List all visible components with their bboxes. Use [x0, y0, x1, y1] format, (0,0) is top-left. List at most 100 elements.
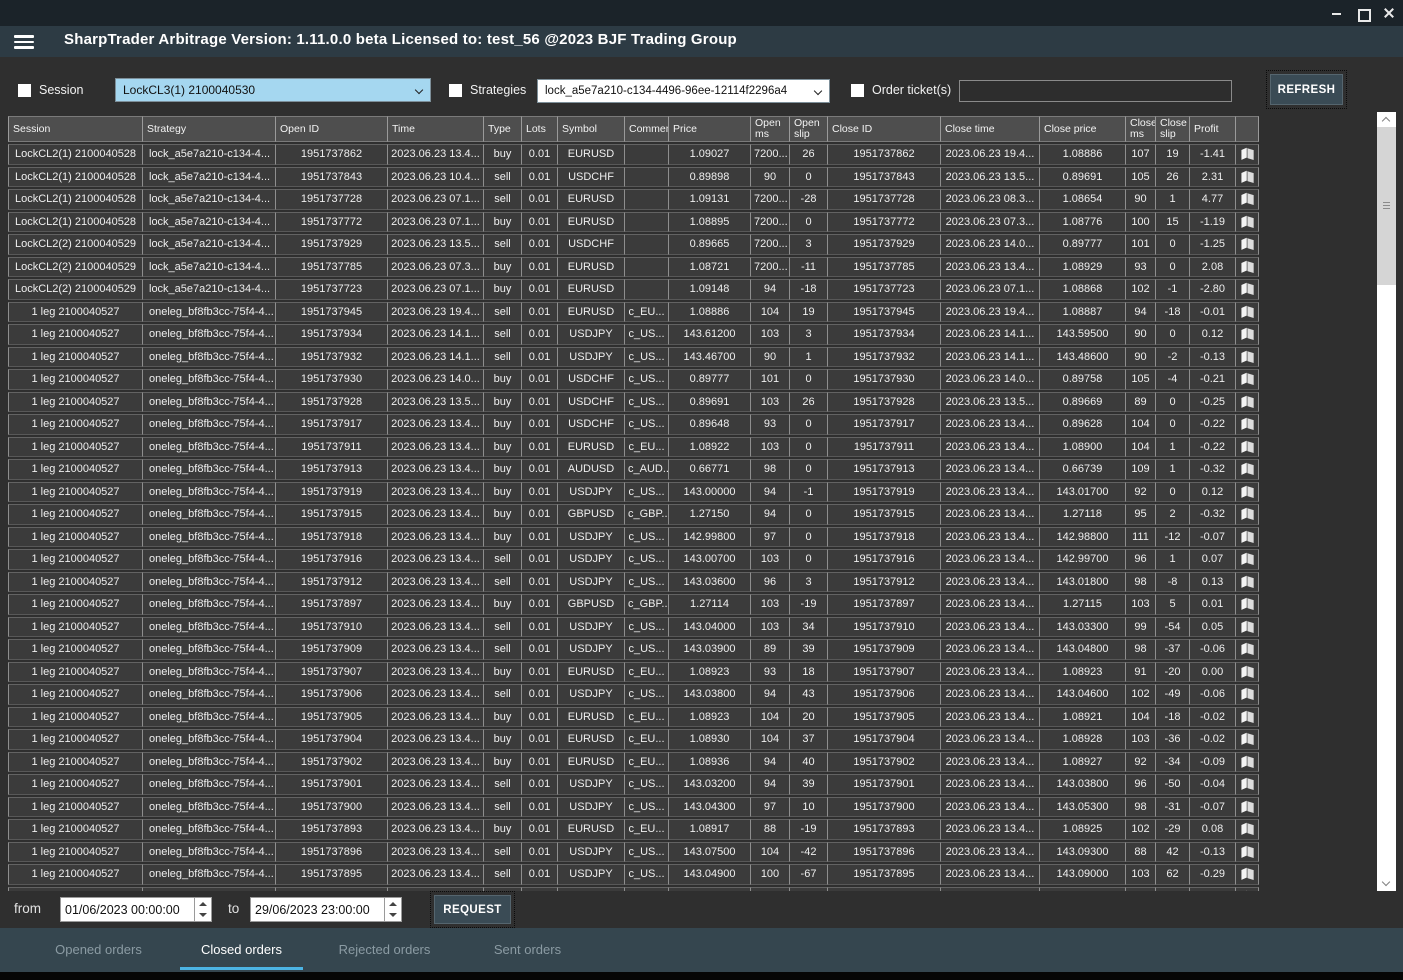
scroll-up-arrow-icon[interactable] [1377, 112, 1396, 127]
table-row[interactable]: 1 leg 2100040527oneleg_bf8fb3cc-75f4-4..… [8, 594, 1259, 615]
table-row[interactable]: LockCL2(1) 2100040528lock_a5e7a210-c134-… [8, 189, 1259, 210]
book-icon-cell[interactable] [1236, 842, 1259, 863]
book-icon-cell[interactable] [1236, 482, 1259, 503]
table-row[interactable]: 1 leg 2100040527oneleg_bf8fb3cc-75f4-4..… [8, 369, 1259, 390]
column-header-close_id[interactable]: Close ID [828, 116, 941, 142]
column-header-open_id[interactable]: Open ID [276, 116, 388, 142]
tab-closed-orders[interactable]: Closed orders [170, 928, 313, 972]
order-tickets-checkbox[interactable] [851, 84, 864, 97]
table-row[interactable]: 1 leg 2100040527oneleg_bf8fb3cc-75f4-4..… [8, 437, 1259, 458]
table-row[interactable]: 1 leg 2100040527oneleg_bf8fb3cc-75f4-4..… [8, 392, 1259, 413]
table-row[interactable]: 1 leg 2100040527oneleg_bf8fb3cc-75f4-4..… [8, 752, 1259, 773]
book-icon-cell[interactable] [1236, 234, 1259, 255]
column-header-price[interactable]: Price [669, 116, 751, 142]
book-icon-cell[interactable] [1236, 684, 1259, 705]
scrollbar-thumb[interactable] [1377, 127, 1396, 285]
book-icon-cell[interactable] [1236, 864, 1259, 885]
book-icon-cell[interactable] [1236, 437, 1259, 458]
tab-rejected-orders[interactable]: Rejected orders [313, 928, 456, 972]
step-up-icon[interactable] [385, 898, 401, 910]
column-header-profit[interactable]: Profit [1190, 116, 1236, 142]
column-header-lots[interactable]: Lots [522, 116, 558, 142]
book-icon-cell[interactable] [1236, 527, 1259, 548]
book-icon-cell[interactable] [1236, 707, 1259, 728]
book-icon-cell[interactable] [1236, 594, 1259, 615]
table-row[interactable]: 1 leg 2100040527oneleg_bf8fb3cc-75f4-4..… [8, 459, 1259, 480]
from-date-stepper[interactable] [194, 898, 211, 921]
vertical-scrollbar[interactable] [1377, 112, 1396, 891]
book-icon-cell[interactable] [1236, 302, 1259, 323]
book-icon-cell[interactable] [1236, 729, 1259, 750]
column-header-symbol[interactable]: Symbol [558, 116, 625, 142]
table-row[interactable]: 1 leg 2100040527oneleg_bf8fb3cc-75f4-4..… [8, 684, 1259, 705]
request-button[interactable]: REQUEST [434, 895, 511, 924]
table-row[interactable]: 1 leg 2100040527oneleg_bf8fb3cc-75f4-4..… [8, 662, 1259, 683]
table-row[interactable]: 1 leg 2100040527oneleg_bf8fb3cc-75f4-4..… [8, 864, 1259, 885]
minimize-icon[interactable] [1331, 7, 1343, 19]
book-icon-cell[interactable] [1236, 572, 1259, 593]
book-icon-cell[interactable] [1236, 797, 1259, 818]
book-icon-cell[interactable] [1236, 167, 1259, 188]
step-down-icon[interactable] [385, 910, 401, 922]
step-down-icon[interactable] [195, 910, 211, 922]
to-date-stepper[interactable] [384, 898, 401, 921]
book-icon-cell[interactable] [1236, 144, 1259, 165]
table-row[interactable]: 1 leg 2100040527oneleg_bf8fb3cc-75f4-4..… [8, 842, 1259, 863]
column-header-open_slip[interactable]: Open slip [790, 116, 828, 142]
book-icon-cell[interactable] [1236, 369, 1259, 390]
table-row[interactable]: LockCL2(2) 2100040529lock_a5e7a210-c134-… [8, 234, 1259, 255]
tab-sent-orders[interactable]: Sent orders [456, 928, 599, 972]
order-tickets-input[interactable] [959, 80, 1232, 102]
table-row[interactable]: 1 leg 2100040527oneleg_bf8fb3cc-75f4-4..… [8, 414, 1259, 435]
table-row[interactable]: 1 leg 2100040527oneleg_bf8fb3cc-75f4-4..… [8, 819, 1259, 840]
table-row[interactable]: LockCL2(1) 2100040528lock_a5e7a210-c134-… [8, 212, 1259, 233]
book-icon-cell[interactable] [1236, 324, 1259, 345]
book-icon-cell[interactable] [1236, 774, 1259, 795]
session-checkbox[interactable] [18, 84, 31, 97]
column-header-close_ms[interactable]: Close ms [1126, 116, 1156, 142]
table-row[interactable]: 1 leg 2100040527oneleg_bf8fb3cc-75f4-4..… [8, 549, 1259, 570]
column-header-session[interactable]: Session [8, 116, 143, 142]
table-row[interactable]: 1 leg 2100040527oneleg_bf8fb3cc-75f4-4..… [8, 774, 1259, 795]
from-date-input[interactable] [61, 898, 194, 921]
strategies-select[interactable]: lock_a5e7a210-c134-4496-96ee-12114f2296a… [537, 79, 830, 103]
scroll-down-arrow-icon[interactable] [1377, 876, 1396, 891]
book-icon-cell[interactable] [1236, 752, 1259, 773]
menu-icon[interactable] [14, 32, 36, 50]
refresh-button[interactable]: REFRESH [1270, 74, 1343, 105]
table-row[interactable]: LockCL2(2) 2100040529lock_a5e7a210-c134-… [8, 257, 1259, 278]
close-icon[interactable] [1383, 7, 1395, 19]
table-row[interactable]: 1 leg 2100040527oneleg_bf8fb3cc-75f4-4..… [8, 617, 1259, 638]
table-row[interactable]: 1 leg 2100040527oneleg_bf8fb3cc-75f4-4..… [8, 797, 1259, 818]
table-row[interactable]: LockCL2(1) 2100040528lock_a5e7a210-c134-… [8, 167, 1259, 188]
column-header-time[interactable]: Time [388, 116, 484, 142]
table-row[interactable]: 1 leg 2100040527oneleg_bf8fb3cc-75f4-4..… [8, 639, 1259, 660]
column-header-comment[interactable]: Comment [625, 116, 669, 142]
table-row[interactable]: LockCL2(1) 2100040528lock_a5e7a210-c134-… [8, 144, 1259, 165]
table-row[interactable]: 1 leg 2100040527oneleg_bf8fb3cc-75f4-4..… [8, 324, 1259, 345]
table-row[interactable]: LockCL2(2) 2100040529lock_a5e7a210-c134-… [8, 279, 1259, 300]
to-date-input[interactable] [251, 898, 384, 921]
book-icon-cell[interactable] [1236, 279, 1259, 300]
session-select[interactable]: LockCL3(1) 2100040530 [115, 78, 431, 102]
table-row[interactable]: 1 leg 2100040527oneleg_bf8fb3cc-75f4-4..… [8, 504, 1259, 525]
table-row[interactable]: 1 leg 2100040527oneleg_bf8fb3cc-75f4-4..… [8, 347, 1259, 368]
book-icon-cell[interactable] [1236, 459, 1259, 480]
tab-opened-orders[interactable]: Opened orders [27, 928, 170, 972]
book-icon-cell[interactable] [1236, 549, 1259, 570]
book-icon-cell[interactable] [1236, 414, 1259, 435]
column-header-strategy[interactable]: Strategy [143, 116, 276, 142]
table-row[interactable]: 1 leg 2100040527oneleg_bf8fb3cc-75f4-4..… [8, 527, 1259, 548]
column-header-close_time[interactable]: Close time [941, 116, 1040, 142]
book-icon-cell[interactable] [1236, 639, 1259, 660]
book-icon-cell[interactable] [1236, 257, 1259, 278]
table-row[interactable]: 1 leg 2100040527oneleg_bf8fb3cc-75f4-4..… [8, 302, 1259, 323]
book-icon-cell[interactable] [1236, 347, 1259, 368]
book-icon-cell[interactable] [1236, 504, 1259, 525]
book-icon-cell[interactable] [1236, 617, 1259, 638]
book-icon-cell[interactable] [1236, 819, 1259, 840]
book-icon-cell[interactable] [1236, 392, 1259, 413]
column-header-close_slip[interactable]: Close slip [1156, 116, 1190, 142]
book-icon-cell[interactable] [1236, 662, 1259, 683]
table-row[interactable]: 1 leg 2100040527oneleg_bf8fb3cc-75f4-4..… [8, 572, 1259, 593]
